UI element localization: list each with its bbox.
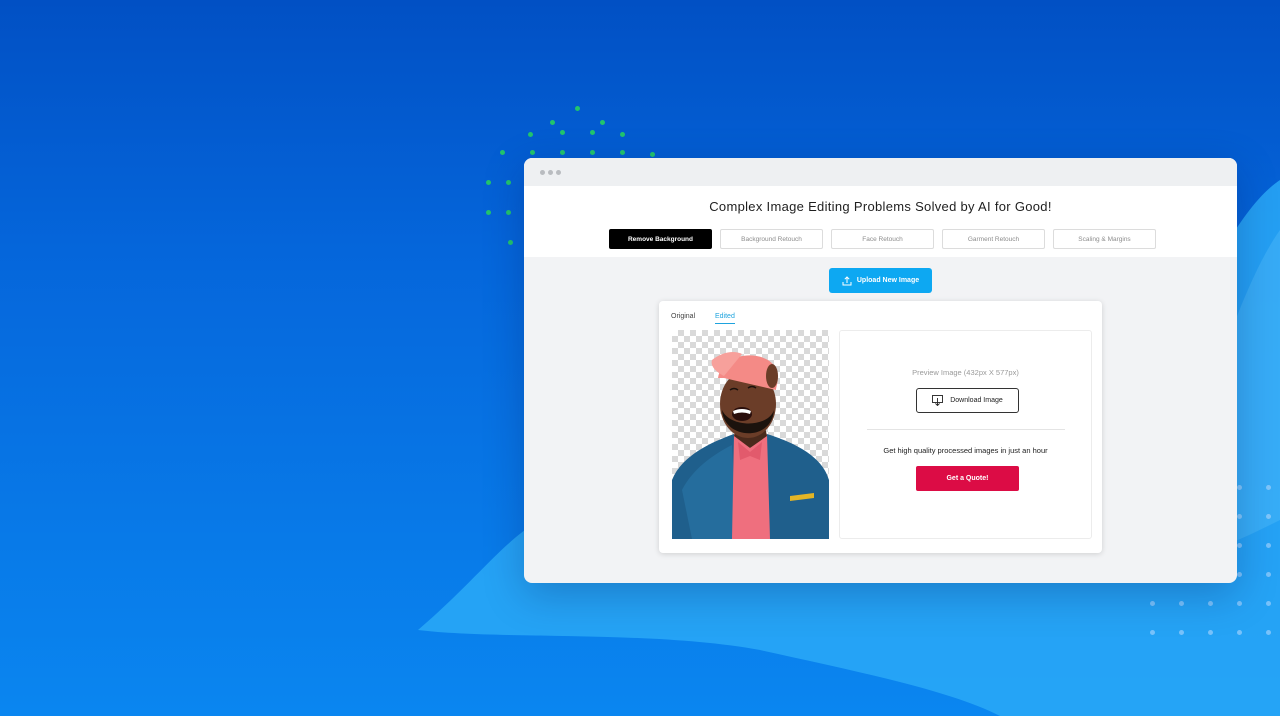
dot xyxy=(500,150,505,155)
dot xyxy=(650,152,655,157)
dot xyxy=(1266,485,1271,490)
page-title: Complex Image Editing Problems Solved by… xyxy=(709,199,1052,214)
upload-new-image-button[interactable]: Upload New Image xyxy=(829,268,932,293)
dot xyxy=(1179,630,1184,635)
divider xyxy=(867,429,1065,430)
dot xyxy=(590,130,595,135)
dot xyxy=(1237,601,1242,606)
window-titlebar xyxy=(524,158,1237,186)
download-panel: Preview Image (432px X 577px) Download I… xyxy=(839,330,1092,539)
get-quote-button[interactable]: Get a Quote! xyxy=(916,466,1019,491)
window-dot xyxy=(540,170,545,175)
tab-remove-background[interactable]: Remove Background xyxy=(609,229,712,249)
dot xyxy=(1179,601,1184,606)
dot xyxy=(530,150,535,155)
dot xyxy=(620,150,625,155)
feature-tabs: Remove Background Background Retouch Fac… xyxy=(609,229,1156,249)
upload-button-label: Upload New Image xyxy=(856,277,920,284)
tab-garment-retouch[interactable]: Garment Retouch xyxy=(942,229,1045,249)
preview-dimensions-text: Preview Image (432px X 577px) xyxy=(912,368,1019,377)
tab-scaling-margins[interactable]: Scaling & Margins xyxy=(1053,229,1156,249)
dot xyxy=(1150,601,1155,606)
person-cutout-image xyxy=(672,352,829,539)
edited-photo xyxy=(672,330,829,539)
dot xyxy=(560,150,565,155)
result-card: Original Edited Preview Image (432px X 5… xyxy=(659,301,1102,553)
dot xyxy=(1266,630,1271,635)
tab-original[interactable]: Original xyxy=(671,313,695,320)
dot xyxy=(1266,543,1271,548)
tab-face-retouch[interactable]: Face Retouch xyxy=(831,229,934,249)
dot xyxy=(1150,630,1155,635)
dot xyxy=(1237,630,1242,635)
dot xyxy=(486,180,491,185)
dot xyxy=(506,180,511,185)
upload-icon xyxy=(842,275,852,285)
dot xyxy=(486,210,491,215)
dot xyxy=(1266,572,1271,577)
dot xyxy=(1208,630,1213,635)
app-header: Complex Image Editing Problems Solved by… xyxy=(524,186,1237,257)
dot xyxy=(1266,514,1271,519)
window-dot xyxy=(548,170,553,175)
download-button-label: Download Image xyxy=(950,397,1003,404)
dot xyxy=(1237,572,1242,577)
tab-background-retouch[interactable]: Background Retouch xyxy=(720,229,823,249)
dot xyxy=(1266,601,1271,606)
dot xyxy=(1237,514,1242,519)
download-image-button[interactable]: Download Image xyxy=(916,388,1019,413)
dot xyxy=(528,132,533,137)
dot xyxy=(550,120,555,125)
dot xyxy=(620,132,625,137)
dot xyxy=(508,240,513,245)
dot xyxy=(590,150,595,155)
app-window: Complex Image Editing Problems Solved by… xyxy=(524,158,1237,583)
download-icon xyxy=(932,395,944,406)
dot xyxy=(506,210,511,215)
dot xyxy=(1237,485,1242,490)
promo-text: Get high quality processed images in jus… xyxy=(883,446,1048,455)
window-dot xyxy=(556,170,561,175)
dot xyxy=(600,120,605,125)
dot xyxy=(1237,543,1242,548)
tab-edited[interactable]: Edited xyxy=(715,313,735,324)
dot xyxy=(560,130,565,135)
dot xyxy=(1208,601,1213,606)
dot xyxy=(575,106,580,111)
